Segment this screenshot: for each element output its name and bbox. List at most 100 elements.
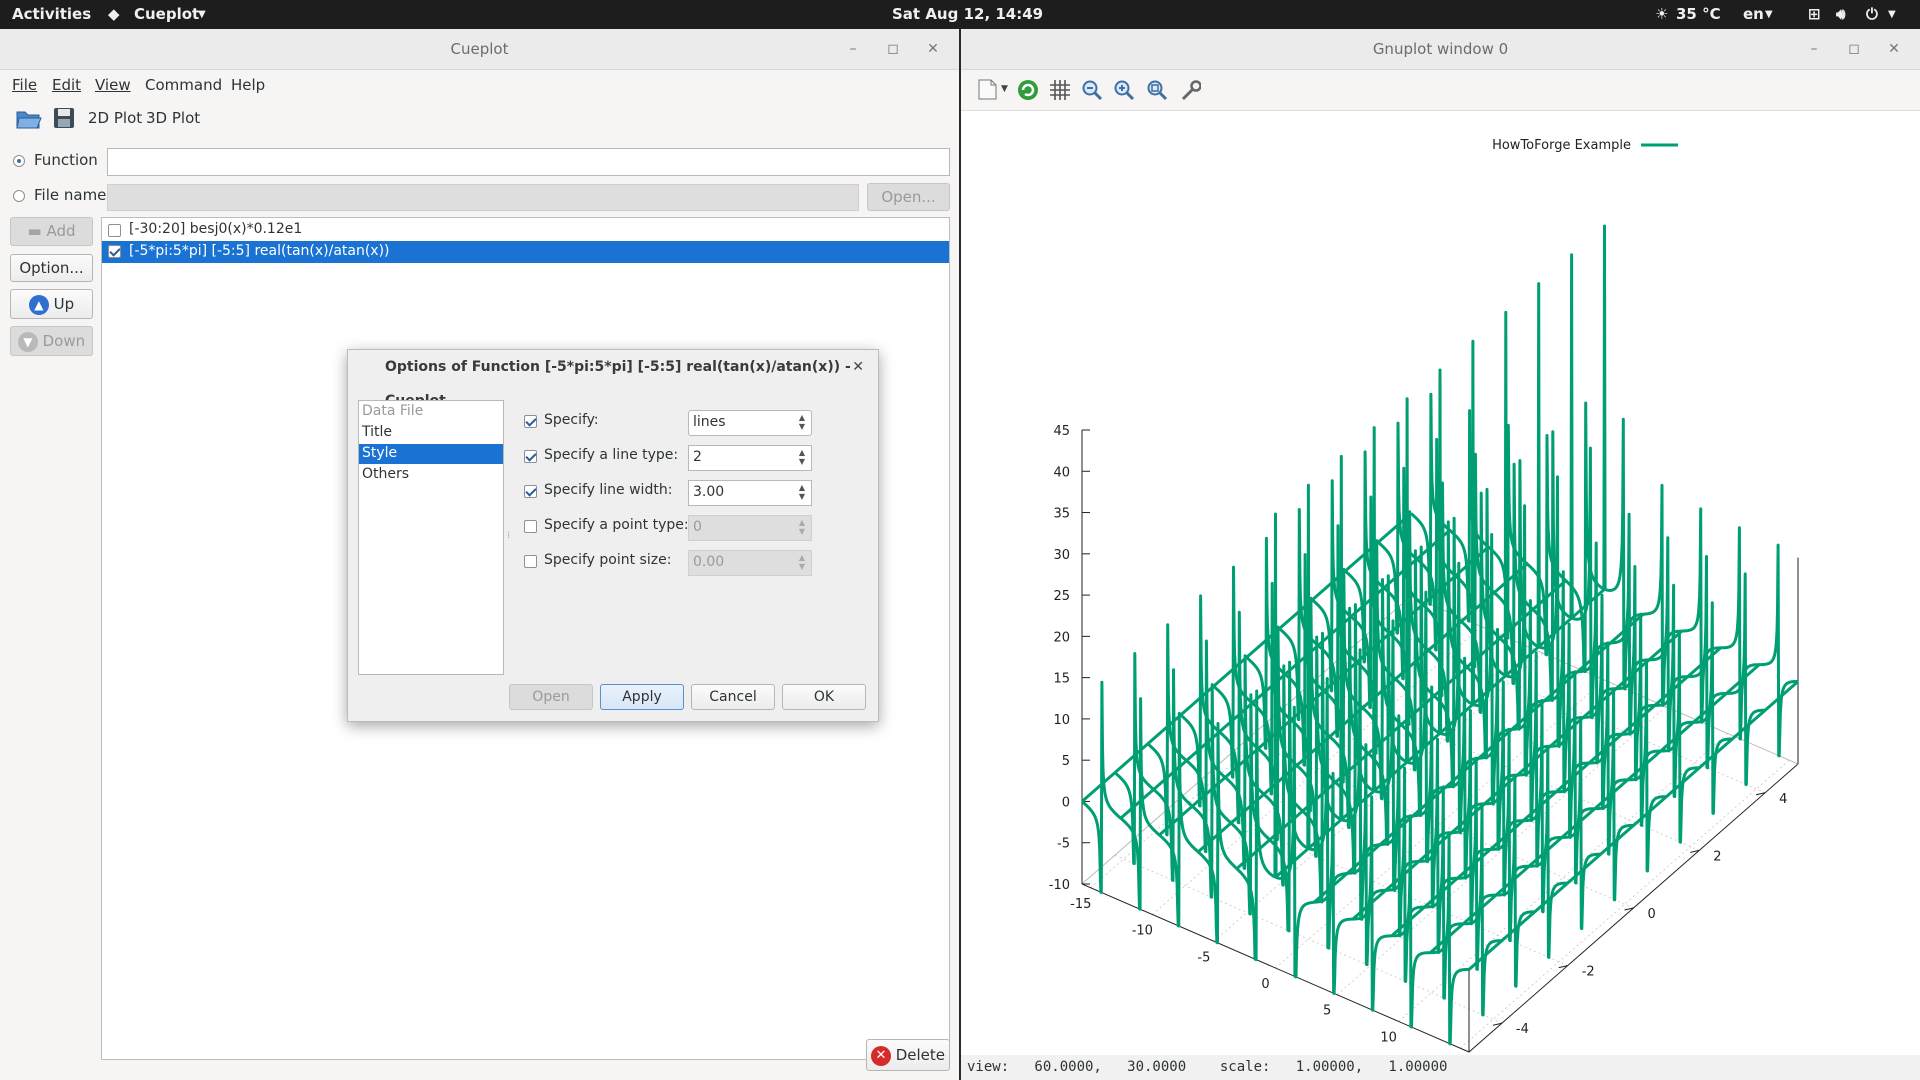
spin-arrows-icon: ▲ ▼ (798, 553, 806, 571)
list-item[interactable]: [-30:20] besj0(x)*0.12e1 (102, 220, 949, 241)
style-select[interactable]: lines ▲ ▼ (688, 410, 812, 436)
category-title[interactable]: Title (362, 424, 392, 440)
category-style[interactable]: Style (359, 444, 503, 464)
button-label: Up (53, 295, 75, 313)
cueplot-titlebar[interactable]: Cueplot – ◻ ✕ (0, 29, 959, 70)
menu-label: File (12, 76, 38, 94)
zoom-in-icon[interactable] (1113, 79, 1135, 101)
wrench-icon[interactable] (1179, 79, 1201, 101)
z-tick-label: -5 (1057, 837, 1070, 852)
maximize-button[interactable]: ◻ (883, 39, 903, 59)
spinbox-value: 0.00 (693, 554, 725, 570)
z-tick-label: -10 (1049, 878, 1070, 893)
y-tick-label: 4 (1779, 792, 1787, 807)
line-type-checkbox[interactable] (524, 450, 537, 463)
minimize-button[interactable]: – (843, 39, 863, 59)
open-folder-icon[interactable] (15, 106, 43, 130)
minimize-button[interactable]: – (1804, 39, 1824, 59)
filename-radio[interactable] (13, 190, 25, 202)
dialog-titlebar[interactable]: Options of Function [-5*pi:5*pi] [-5:5] … (348, 350, 878, 409)
network-icon[interactable]: ⊞ (1808, 5, 1821, 23)
menu-edit[interactable]: Edit (52, 76, 81, 94)
button-label: Add (46, 222, 76, 240)
down-button: ▼ Down (10, 326, 93, 356)
save-icon[interactable] (53, 107, 75, 129)
surface-isoline-x (1377, 253, 1766, 787)
spin-arrows-icon[interactable]: ▲ ▼ (797, 448, 807, 466)
point-type-checkbox[interactable] (524, 520, 537, 533)
volume-icon[interactable]: 🔊︎ (1836, 5, 1845, 23)
cancel-button[interactable]: Cancel (691, 684, 775, 710)
surface-isoline-x (1311, 310, 1701, 844)
zoom-out-icon[interactable] (1081, 79, 1103, 101)
delete-button[interactable]: ✕ Delete (866, 1039, 950, 1071)
option-button[interactable]: Option... (10, 254, 93, 282)
y-tick-label: -2 (1582, 965, 1595, 980)
line-width-spinbox[interactable]: 3.00 ▲ ▼ (688, 480, 812, 506)
plot-3d-button[interactable]: 3D Plot (146, 109, 200, 127)
close-button[interactable]: ✕ (1884, 39, 1904, 59)
y-tick-label: -4 (1516, 1022, 1529, 1037)
option-label: Specify: (544, 412, 599, 428)
arrow-up-icon: ▲ (28, 294, 49, 315)
spin-arrows-icon[interactable]: ▲ ▼ (797, 483, 807, 501)
x-tick-label: 10 (1380, 1030, 1397, 1045)
z-tick-label: 25 (1053, 589, 1070, 604)
ok-button[interactable]: OK (782, 684, 866, 710)
menu-file[interactable]: File (12, 76, 37, 94)
z-tick-label: 30 (1053, 548, 1070, 563)
list-item-label: [-30:20] besj0(x)*0.12e1 (129, 221, 303, 237)
x-tick-label: 5 (1323, 1004, 1331, 1019)
option-label: Specify a point type: (544, 517, 689, 533)
list-item-checkbox[interactable] (108, 245, 121, 258)
zoom-fit-icon[interactable] (1146, 79, 1168, 101)
dialog-close-icon[interactable]: ✕ (852, 359, 864, 375)
clock[interactable]: Sat Aug 12, 14:49 (892, 5, 1043, 23)
weather[interactable]: 35 °C (1676, 5, 1721, 23)
dialog-open-button: Open (509, 684, 593, 710)
apply-button[interactable]: Apply (600, 684, 684, 710)
surface-isoline-x (1245, 368, 1635, 902)
z-tick-label: 15 (1053, 672, 1070, 687)
button-label: Down (42, 332, 86, 350)
maximize-button[interactable]: ◻ (1844, 39, 1864, 59)
up-button[interactable]: ▲ Up (10, 289, 93, 319)
close-button[interactable]: ✕ (923, 39, 943, 59)
replot-icon[interactable] (1016, 78, 1038, 100)
select-value: lines (693, 414, 726, 430)
function-input[interactable] (107, 148, 950, 176)
surface-isoline-x (1212, 397, 1602, 931)
export-icon[interactable] (976, 78, 998, 100)
app-menu[interactable]: Cueplot (134, 5, 199, 23)
chevron-down-icon[interactable]: ▼ (1001, 84, 1008, 94)
list-item-selected[interactable]: [-5*pi:5*pi] [-5:5] real(tan(x)/atan(x)) (102, 241, 949, 263)
plot-canvas[interactable]: 454035302520151050-5-10-15-10-5051015420… (961, 110, 1920, 1072)
grid-icon[interactable] (1049, 79, 1071, 101)
y-tick-label: 2 (1713, 849, 1721, 864)
list-item-checkbox[interactable] (108, 224, 121, 237)
gnuplot-titlebar[interactable]: Gnuplot window 0 – ◻ ✕ (961, 29, 1920, 70)
options-dialog: Options of Function [-5*pi:5*pi] [-5:5] … (347, 349, 879, 722)
x-tick-label: 0 (1261, 977, 1269, 992)
language-indicator[interactable]: en (1743, 5, 1764, 23)
plot-2d-button[interactable]: 2D Plot (88, 109, 142, 127)
z-tick-label: 0 (1062, 795, 1070, 810)
line-type-spinbox[interactable]: 2 ▲ ▼ (688, 445, 812, 471)
activities-button[interactable]: Activities (12, 5, 91, 23)
surface-isoline-x (1410, 224, 1799, 758)
menu-view[interactable]: View (95, 76, 131, 94)
power-icon[interactable]: ⏻ (1866, 5, 1878, 23)
app-menu-icon[interactable]: ◆ (108, 5, 120, 23)
category-list[interactable]: Data File Title Style Others (358, 400, 504, 675)
specify-checkbox[interactable] (524, 415, 537, 428)
legend-label: HowToForge Example (1492, 138, 1631, 153)
function-radio[interactable] (13, 155, 25, 167)
splitter-handle[interactable]: ⁞ (507, 530, 510, 541)
line-width-checkbox[interactable] (524, 485, 537, 498)
menu-command[interactable]: Command (145, 76, 222, 94)
menu-help[interactable]: Help (231, 76, 265, 94)
delete-icon: ✕ (870, 1045, 891, 1066)
z-tick-label: 35 (1053, 507, 1070, 522)
point-size-checkbox[interactable] (524, 555, 537, 568)
category-others[interactable]: Others (362, 466, 409, 482)
